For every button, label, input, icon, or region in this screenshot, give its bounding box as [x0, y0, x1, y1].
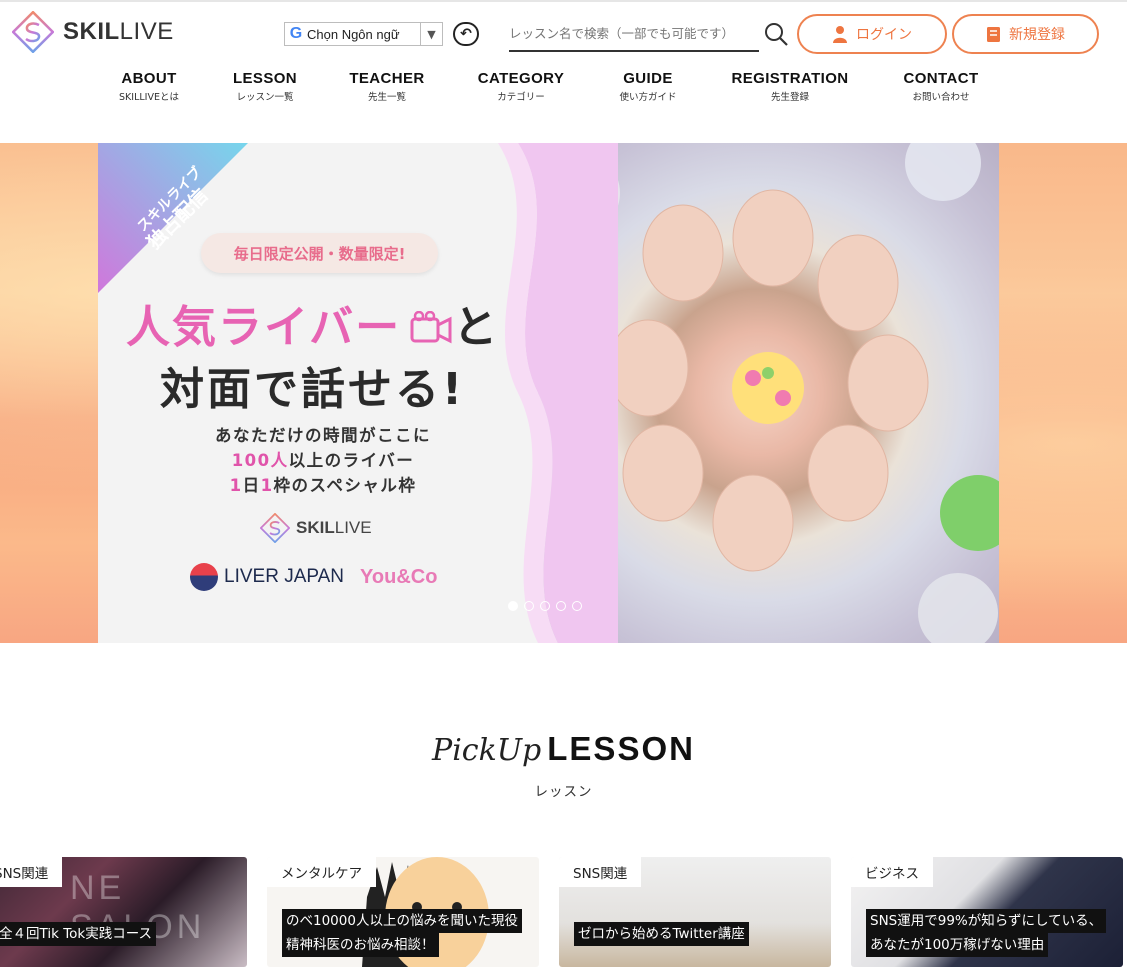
carousel-dot[interactable]: [524, 601, 534, 611]
search-input[interactable]: [509, 18, 759, 48]
hero-headline-2: 対面で話せる!: [160, 364, 466, 415]
card-title-line: のべ10000人以上の悩みを聞いた現役: [282, 909, 522, 933]
partner-name: LIVER JAPAN: [224, 566, 345, 587]
card-title-line: SNS運用で99%が知らずにしている、: [866, 909, 1107, 933]
carousel-dot[interactable]: [572, 601, 582, 611]
carousel-dots: [508, 601, 582, 611]
book-icon: [987, 26, 1000, 42]
nav-label: TEACHER: [349, 70, 425, 87]
nav-sublabel: お問い合わせ: [912, 92, 970, 103]
google-icon: G: [289, 25, 303, 42]
headline-particle: と: [453, 302, 500, 353]
subtext-rest: 日: [242, 476, 261, 495]
language-select[interactable]: G Chọn Ngôn ngữ ▼: [284, 22, 443, 46]
card-category: SNS関連: [0, 857, 63, 887]
carousel-dot[interactable]: [508, 601, 518, 611]
hero-headline-1: 人気ライバーと: [126, 291, 499, 355]
card-category: SNS関連: [559, 857, 642, 887]
search-box: [509, 18, 759, 52]
subtext-rest: 以上のライバー: [288, 451, 415, 470]
subtext-line1: あなただけの時間がここに: [215, 426, 431, 445]
search-icon[interactable]: [763, 21, 789, 47]
subtext-line2: 100人以上のライバー: [193, 448, 453, 473]
subtext-highlight: 1: [229, 476, 243, 495]
subtext-line3: 1日1枠のスペシャル枠: [193, 473, 453, 498]
main-nav: ABOUT SKILLIVEとは LESSON レッスン一覧 TEACHER 先生一覧…: [0, 70, 1127, 110]
pickup-title-italic: PickUp: [432, 733, 542, 768]
language-select-label: Chọn Ngôn ngữ: [307, 26, 400, 42]
nav-sublabel: 先生登録: [770, 92, 809, 103]
subtext-rest: 枠のスペシャル枠: [273, 476, 417, 495]
lesson-card[interactable]: NE SALON SNS関連 全４回Tik Tok実践コース: [0, 857, 247, 967]
exclusive-ribbon: スキルライブ 独占配信: [98, 143, 248, 293]
dropdown-arrow-icon: ▼: [420, 23, 442, 45]
nav-sublabel: 使い方ガイド: [619, 92, 677, 103]
nav-sublabel: SKILLIVEとは: [119, 92, 179, 103]
card-title: 全４回Tik Tok実践コース: [0, 922, 157, 946]
hero-wave-decoration: [498, 143, 618, 643]
nav-sublabel: レッスン一覧: [236, 92, 294, 103]
logo-icon: [12, 11, 54, 53]
nav-registration[interactable]: REGISTRATION 先生登録: [731, 70, 848, 103]
hero-skillive-logo: SKILLIVE: [260, 513, 372, 543]
nav-contact[interactable]: CONTACT お問い合わせ: [903, 70, 978, 103]
nav-label: REGISTRATION: [731, 70, 849, 87]
card-title: ゼロから始めるTwitter講座: [574, 922, 749, 946]
nav-label: CATEGORY: [477, 70, 565, 87]
card-title-line: あなたが100万稼げない理由: [866, 933, 1049, 957]
nav-guide[interactable]: GUIDE 使い方ガイド: [619, 70, 676, 103]
nav-about[interactable]: ABOUT SKILLIVEとは: [119, 70, 179, 103]
limited-badge: 毎日限定公開・数量限定!: [201, 233, 438, 273]
register-button[interactable]: 新規登録: [952, 14, 1099, 54]
nav-label: ABOUT: [121, 70, 177, 87]
nav-label: GUIDE: [623, 70, 673, 87]
partner-logos: LIVER JAPAN You&Co: [190, 563, 437, 591]
nav-category[interactable]: CATEGORY カテゴリー: [478, 70, 565, 103]
carousel-dot[interactable]: [540, 601, 550, 611]
nav-sublabel: カテゴリー: [497, 92, 545, 103]
video-camera-icon: [410, 310, 452, 344]
register-label: 新規登録: [1009, 27, 1065, 43]
subtext-highlight: 1: [260, 476, 274, 495]
pickup-heading: PickUp LESSON レッスン: [0, 730, 1127, 800]
nav-teacher[interactable]: TEACHER 先生一覧: [349, 70, 424, 103]
nav-label: LESSON: [232, 70, 298, 87]
top-border: [0, 0, 1127, 2]
hero-banner[interactable]: スキルライブ 独占配信 毎日限定公開・数量限定! 人気ライバーと 対面で話せる!…: [98, 143, 999, 643]
card-category: メンタルケア: [267, 857, 376, 887]
carousel-dot[interactable]: [556, 601, 566, 611]
site-logo[interactable]: SKILLIVE: [12, 11, 174, 53]
subtext-highlight: 100人: [231, 451, 289, 470]
logo-text: SKILLIVE: [63, 18, 174, 45]
logo-icon: [260, 513, 290, 543]
login-button[interactable]: ログイン: [797, 14, 947, 54]
pickup-subtitle: レッスン: [534, 784, 593, 800]
pickup-title-bold: LESSON: [547, 730, 695, 767]
nav-label: CONTACT: [903, 70, 979, 87]
youco-logo: You&Co: [360, 565, 438, 588]
login-label: ログイン: [856, 27, 912, 43]
lesson-card[interactable]: メンタルケア のべ10000人以上の悩みを聞いた現役 精神科医のお悩み相談！: [267, 857, 539, 967]
liver-japan-icon: [190, 563, 218, 591]
lesson-card[interactable]: ビジネス SNS運用で99%が知らずにしている、 あなたが100万稼げない理由: [851, 857, 1123, 967]
nav-lesson[interactable]: LESSON レッスン一覧: [233, 70, 297, 103]
card-title-line: 精神科医のお悩み相談！: [282, 933, 439, 957]
card-category: ビジネス: [851, 857, 933, 887]
back-arrow-icon[interactable]: ↶: [453, 22, 479, 46]
liver-japan-logo: LIVER JAPAN: [190, 563, 344, 591]
nav-sublabel: 先生一覧: [367, 92, 406, 103]
hero-logo-text: SKILLIVE: [296, 518, 372, 537]
headline-text: 人気ライバー: [126, 302, 402, 353]
user-icon: [833, 26, 847, 43]
hero-subtext: あなただけの時間がここに 100人以上のライバー 1日1枠のスペシャル枠: [193, 423, 453, 498]
lesson-card[interactable]: SNS関連 ゼロから始めるTwitter講座: [559, 857, 831, 967]
